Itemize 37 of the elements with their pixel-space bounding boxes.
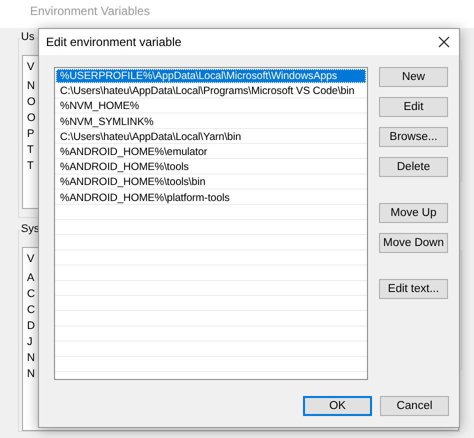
list-item[interactable]: P [27, 126, 34, 142]
list-item[interactable]: C:\Users\hateu\AppData\Local\Programs\Microsoft VS Code\bin [56, 84, 366, 98]
button[interactable]: Edit [379, 97, 448, 117]
list-item[interactable]: %ANDROID_HOME%\emulator [56, 144, 366, 160]
button[interactable]: Browse... [379, 127, 448, 147]
button[interactable]: New [379, 67, 448, 87]
group-label: Us [20, 31, 36, 43]
list-item[interactable]: O [27, 110, 36, 126]
column-header: V [27, 60, 34, 75]
button[interactable]: OK [303, 396, 372, 416]
list-item[interactable]: C [27, 286, 35, 302]
button[interactable]: Edit text... [379, 279, 448, 299]
list-item[interactable]: A [27, 270, 34, 286]
list-item[interactable]: C:\Users\hateu\AppData\Local\Yarn\bin [56, 130, 366, 144]
list-item[interactable]: O [27, 94, 36, 110]
list-item[interactable]: %ANDROID_HOME%\tools [56, 160, 366, 174]
window-title: Environment Variables [0, 0, 474, 28]
column-header: V [27, 252, 34, 267]
button[interactable]: Move Up [379, 203, 448, 223]
button[interactable]: Move Down [379, 233, 448, 253]
button[interactable]: Delete [379, 157, 448, 177]
list-item[interactable]: T [27, 158, 34, 174]
close-icon[interactable] [438, 36, 450, 48]
list-item[interactable]: %ANDROID_HOME%\platform-tools [56, 190, 366, 205]
list-item[interactable]: N [27, 366, 35, 382]
list-item[interactable]: T [27, 142, 34, 158]
button[interactable]: Cancel [380, 396, 449, 416]
list-item[interactable]: N [27, 78, 35, 94]
list-item[interactable]: N [27, 350, 35, 366]
list-item[interactable]: %USERPROFILE%\AppData\Local\Microsoft\WindowsApps [56, 69, 366, 84]
list-item[interactable]: %ANDROID_HOME%\tools\bin [56, 175, 366, 190]
list-item[interactable]: %NVM_SYMLINK% [56, 114, 366, 129]
list-item[interactable]: %NVM_HOME% [56, 99, 366, 114]
dialog-title: Edit environment variable [46, 35, 182, 49]
list-item[interactable]: C [27, 302, 35, 318]
list-item[interactable]: D [27, 318, 35, 334]
list-item[interactable]: J [27, 334, 32, 350]
